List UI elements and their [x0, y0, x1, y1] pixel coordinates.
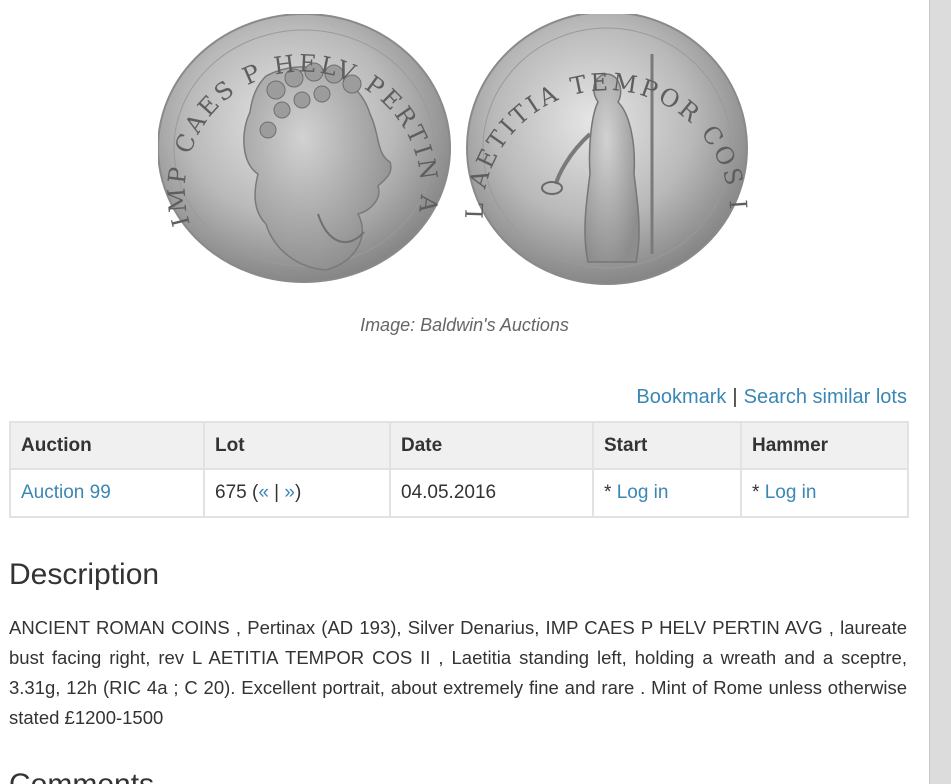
- start-cell: * Log in: [592, 468, 742, 518]
- hammer-asterisk: *: [752, 482, 765, 503]
- lot-paren-close: ): [294, 482, 302, 503]
- vertical-scrollbar[interactable]: [929, 0, 951, 784]
- table-header-row: Auction Lot Date Start Hammer: [9, 421, 909, 470]
- lot-number: 675: [215, 482, 247, 503]
- coin-obverse: IMP CAES P HELV PERTIN AVG: [158, 14, 451, 283]
- table-row: Auction 99 675 (« | ») 04.05.2016 * Log …: [9, 468, 909, 518]
- hammer-login-link[interactable]: Log in: [765, 482, 817, 503]
- actions-separator: |: [732, 386, 738, 408]
- start-asterisk: *: [604, 482, 617, 503]
- lot-nav-separator: |: [268, 482, 285, 503]
- column-header-auction: Auction: [9, 421, 205, 470]
- bookmark-link[interactable]: Bookmark: [636, 386, 726, 408]
- lot-cell: 675 (« | »): [203, 468, 391, 518]
- lot-info-table: Auction Lot Date Start Hammer Auction 99…: [9, 421, 909, 518]
- hammer-cell: * Log in: [740, 468, 909, 518]
- lot-detail-page: IMP CAES P HELV PERTIN AVG L AETITIA TEM…: [0, 0, 929, 784]
- description-text: ANCIENT ROMAN COINS , Pertinax (AD 193),…: [9, 617, 907, 728]
- column-header-start: Start: [592, 421, 742, 470]
- description-heading: Description: [9, 558, 160, 591]
- image-caption: Image: Baldwin's Auctions: [360, 315, 569, 335]
- date-cell: 04.05.2016: [389, 468, 594, 518]
- lot-paren-open: (: [246, 482, 259, 503]
- coin-image[interactable]: IMP CAES P HELV PERTIN AVG L AETITIA TEM…: [158, 14, 758, 286]
- search-similar-lots-link[interactable]: Search similar lots: [744, 386, 907, 408]
- column-header-lot: Lot: [203, 421, 391, 470]
- auction-link[interactable]: Auction 99: [21, 482, 111, 503]
- previous-lot-link[interactable]: «: [258, 482, 269, 503]
- column-header-hammer: Hammer: [740, 421, 909, 470]
- next-lot-link[interactable]: »: [284, 482, 295, 503]
- comments-heading: Comments: [9, 768, 154, 784]
- lot-actions: Bookmark | Search similar lots: [636, 386, 907, 409]
- auction-cell: Auction 99: [9, 468, 205, 518]
- start-login-link[interactable]: Log in: [617, 482, 669, 503]
- column-header-date: Date: [389, 421, 594, 470]
